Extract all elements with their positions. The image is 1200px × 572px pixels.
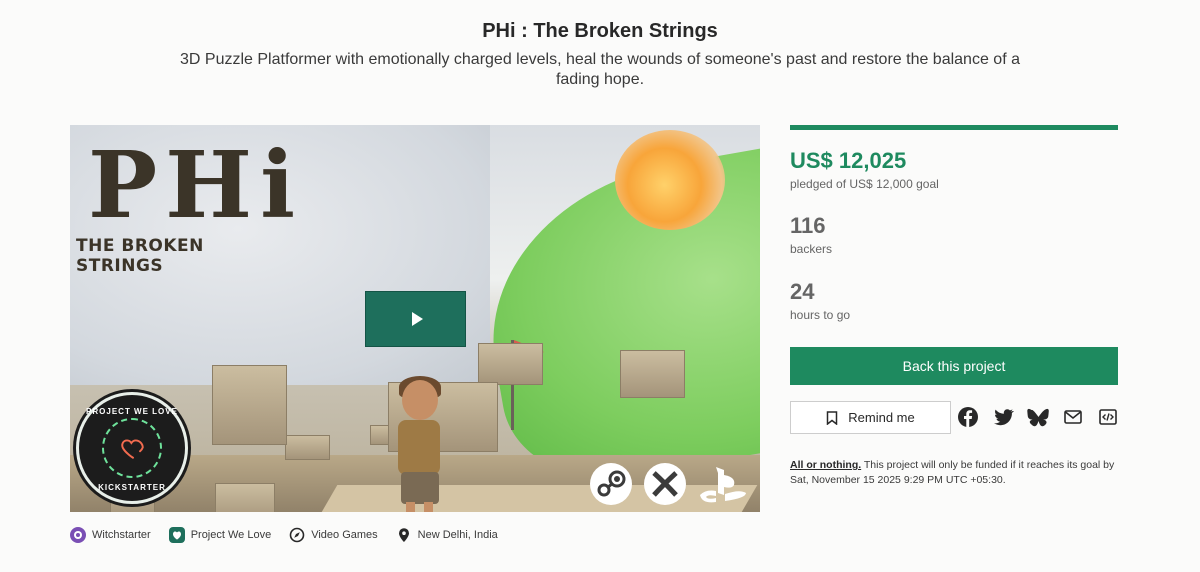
scene-block	[478, 343, 543, 385]
tag-label: Video Games	[311, 529, 378, 541]
all-or-nothing-link[interactable]: All or nothing.	[790, 459, 861, 471]
project-title: PHi : The Broken Strings	[482, 20, 718, 42]
playstation-icon	[700, 467, 746, 503]
xbox-icon	[644, 463, 686, 505]
tag-witchstarter[interactable]: Witchstarter	[70, 527, 151, 543]
project-we-love-badge: PROJECT WE LOVE KICKSTARTER	[76, 392, 188, 504]
tag-video-games[interactable]: Video Games	[289, 527, 378, 543]
game-logo-title: PHi	[88, 131, 304, 239]
steam-icon	[590, 463, 632, 505]
witchstarter-icon	[70, 527, 86, 543]
pledged-amount: US$ 12,025	[790, 148, 907, 173]
play-video-button[interactable]	[365, 291, 466, 347]
play-icon	[411, 312, 423, 326]
compass-icon	[289, 527, 305, 543]
remind-me-label: Remind me	[848, 410, 915, 425]
badge-top-text: PROJECT WE LOVE	[86, 407, 178, 416]
funding-progress-fill	[790, 125, 1118, 130]
scene-block	[212, 365, 287, 445]
scene-block	[285, 435, 330, 460]
scene-block	[215, 483, 275, 512]
twitter-icon[interactable]	[992, 406, 1014, 428]
project-we-love-icon	[168, 527, 185, 543]
game-logo-subtitle: THE BROKEN STRINGS	[76, 236, 204, 276]
time-left-count: 24	[790, 279, 815, 304]
backers-label: backers	[790, 242, 833, 256]
back-project-button[interactable]: Back this project	[790, 347, 1118, 385]
scene-path	[302, 485, 758, 512]
backers-count: 116	[790, 213, 826, 238]
tag-label: Project We Love	[190, 529, 272, 541]
remind-me-button[interactable]: Remind me	[790, 401, 951, 434]
project-blurb: 3D Puzzle Platformer with emotionally ch…	[180, 51, 1020, 88]
funding-progress-bar	[790, 125, 1118, 130]
tag-project-we-love[interactable]: Project We Love	[168, 527, 272, 543]
heart-icon	[121, 439, 144, 459]
time-left-label: hours to go	[790, 308, 851, 322]
bluesky-icon[interactable]	[1027, 406, 1049, 428]
embed-icon[interactable]	[1097, 406, 1119, 428]
project-tags: Witchstarter Project We Love Video Games…	[70, 527, 498, 543]
scene-block	[620, 350, 685, 398]
tag-location[interactable]: New Delhi, India	[396, 527, 498, 543]
badge-bottom-text: KICKSTARTER	[98, 483, 166, 492]
pledged-goal-text: pledged of US$ 12,000 goal	[790, 177, 939, 191]
scene-sun	[615, 130, 725, 230]
tag-label: New Delhi, India	[417, 529, 498, 541]
character	[392, 376, 447, 512]
all-or-nothing-notice: All or nothing. This project will only b…	[790, 458, 1125, 488]
tag-label: Witchstarter	[92, 529, 151, 541]
location-pin-icon	[398, 528, 409, 542]
facebook-icon[interactable]	[957, 406, 979, 428]
bookmark-icon	[827, 410, 838, 425]
email-icon[interactable]	[1062, 406, 1084, 428]
